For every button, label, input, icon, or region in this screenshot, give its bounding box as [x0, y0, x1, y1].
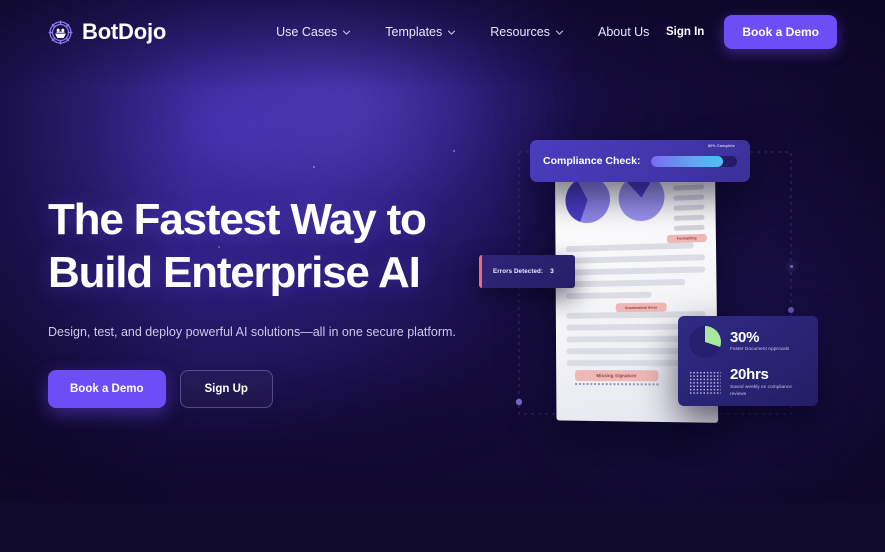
sparkle-dot [313, 166, 315, 168]
stat-approvals-text: 30% Faster Document Approvals [730, 328, 790, 355]
nav-item-about-us-label: About Us [598, 25, 650, 39]
landing-page: BotDojo Use Cases Templates Resources Ab… [0, 0, 885, 552]
headline-line-2: Build Enterprise AI [48, 248, 421, 297]
hero-illustration: Formatting Grammatical Error Missing Sig… [470, 120, 885, 450]
sign-in-link[interactable]: Sign In [666, 26, 704, 38]
nav-actions: Sign In Book a Demo [666, 15, 837, 49]
nav-item-use-cases[interactable]: Use Cases [276, 25, 351, 39]
compliance-progress-text: 80% Complete [708, 143, 735, 148]
next-section [0, 503, 885, 552]
errors-detected-badge: Errors Detected: 3 [479, 255, 575, 288]
nav-book-demo-button[interactable]: Book a Demo [724, 15, 837, 49]
stat-hours-text: 20hrs Saved weekly on compliance reviews [730, 367, 807, 399]
top-navigation-bar: BotDojo Use Cases Templates Resources Ab… [0, 0, 885, 64]
stat-hours-value: 20hrs [730, 366, 769, 383]
nav-item-templates[interactable]: Templates [385, 25, 456, 39]
nav-item-templates-label: Templates [385, 25, 443, 39]
errors-detected-count: 3 [550, 268, 554, 275]
stats-card: 30% Faster Document Approvals 20hrs Save… [678, 316, 818, 406]
chevron-down-icon [555, 30, 564, 35]
document-tag-missing-signature: Missing Signature [575, 370, 659, 382]
brand-logo[interactable]: BotDojo [48, 19, 166, 45]
nav-links: Use Cases Templates Resources About Us [276, 25, 649, 39]
stat-item-hours: 20hrs Saved weekly on compliance reviews [689, 367, 807, 399]
nav-item-use-cases-label: Use Cases [276, 25, 338, 39]
nav-item-about-us[interactable]: About Us [598, 25, 649, 39]
pie-chart-icon [565, 175, 611, 224]
nav-item-resources-label: Resources [490, 25, 551, 39]
brand-name: BotDojo [82, 19, 167, 44]
hero-subheadline: Design, test, and deploy powerful AI sol… [48, 325, 456, 339]
compliance-progress-track [651, 155, 737, 167]
hero-book-demo-button[interactable]: Book a Demo [48, 369, 166, 408]
compliance-progress-wrap: 80% Complete [651, 144, 737, 167]
pie-chart-icon [689, 326, 721, 358]
compliance-check-label: Compliance Check: [543, 155, 641, 167]
errors-detected-label: Errors Detected: [493, 268, 544, 275]
chevron-down-icon [343, 30, 351, 35]
compliance-progress-fill [651, 155, 724, 167]
compliance-check-card: Compliance Check: 80% Complete [530, 140, 750, 182]
stat-item-approvals: 30% Faster Document Approvals [689, 326, 807, 358]
sparkle-dot [453, 150, 455, 152]
headline-line-1: The Fastest Way to [48, 195, 427, 244]
stat-hours-caption: Saved weekly on compliance reviews [730, 384, 792, 397]
page-title: The Fastest Way to Build Enterprise AI [48, 198, 468, 295]
nav-item-resources[interactable]: Resources [490, 25, 564, 39]
stat-approvals-value: 30% [730, 328, 760, 346]
document-tag-grammatical-error: Grammatical Error [615, 302, 667, 313]
signature-dashed-line [575, 382, 659, 386]
stat-approvals-caption: Faster Document Approvals [730, 347, 790, 353]
document-tag-formatting: Formatting [666, 233, 707, 244]
hero-copy: The Fastest Way to Build Enterprise AI D… [48, 198, 468, 408]
hero-cta-row: Book a Demo Sign Up [48, 369, 468, 408]
chevron-down-icon [448, 30, 456, 35]
hero-sign-up-button[interactable]: Sign Up [179, 369, 273, 408]
dot-grid-icon [689, 370, 721, 395]
botdojo-gear-logo-icon [48, 19, 73, 45]
